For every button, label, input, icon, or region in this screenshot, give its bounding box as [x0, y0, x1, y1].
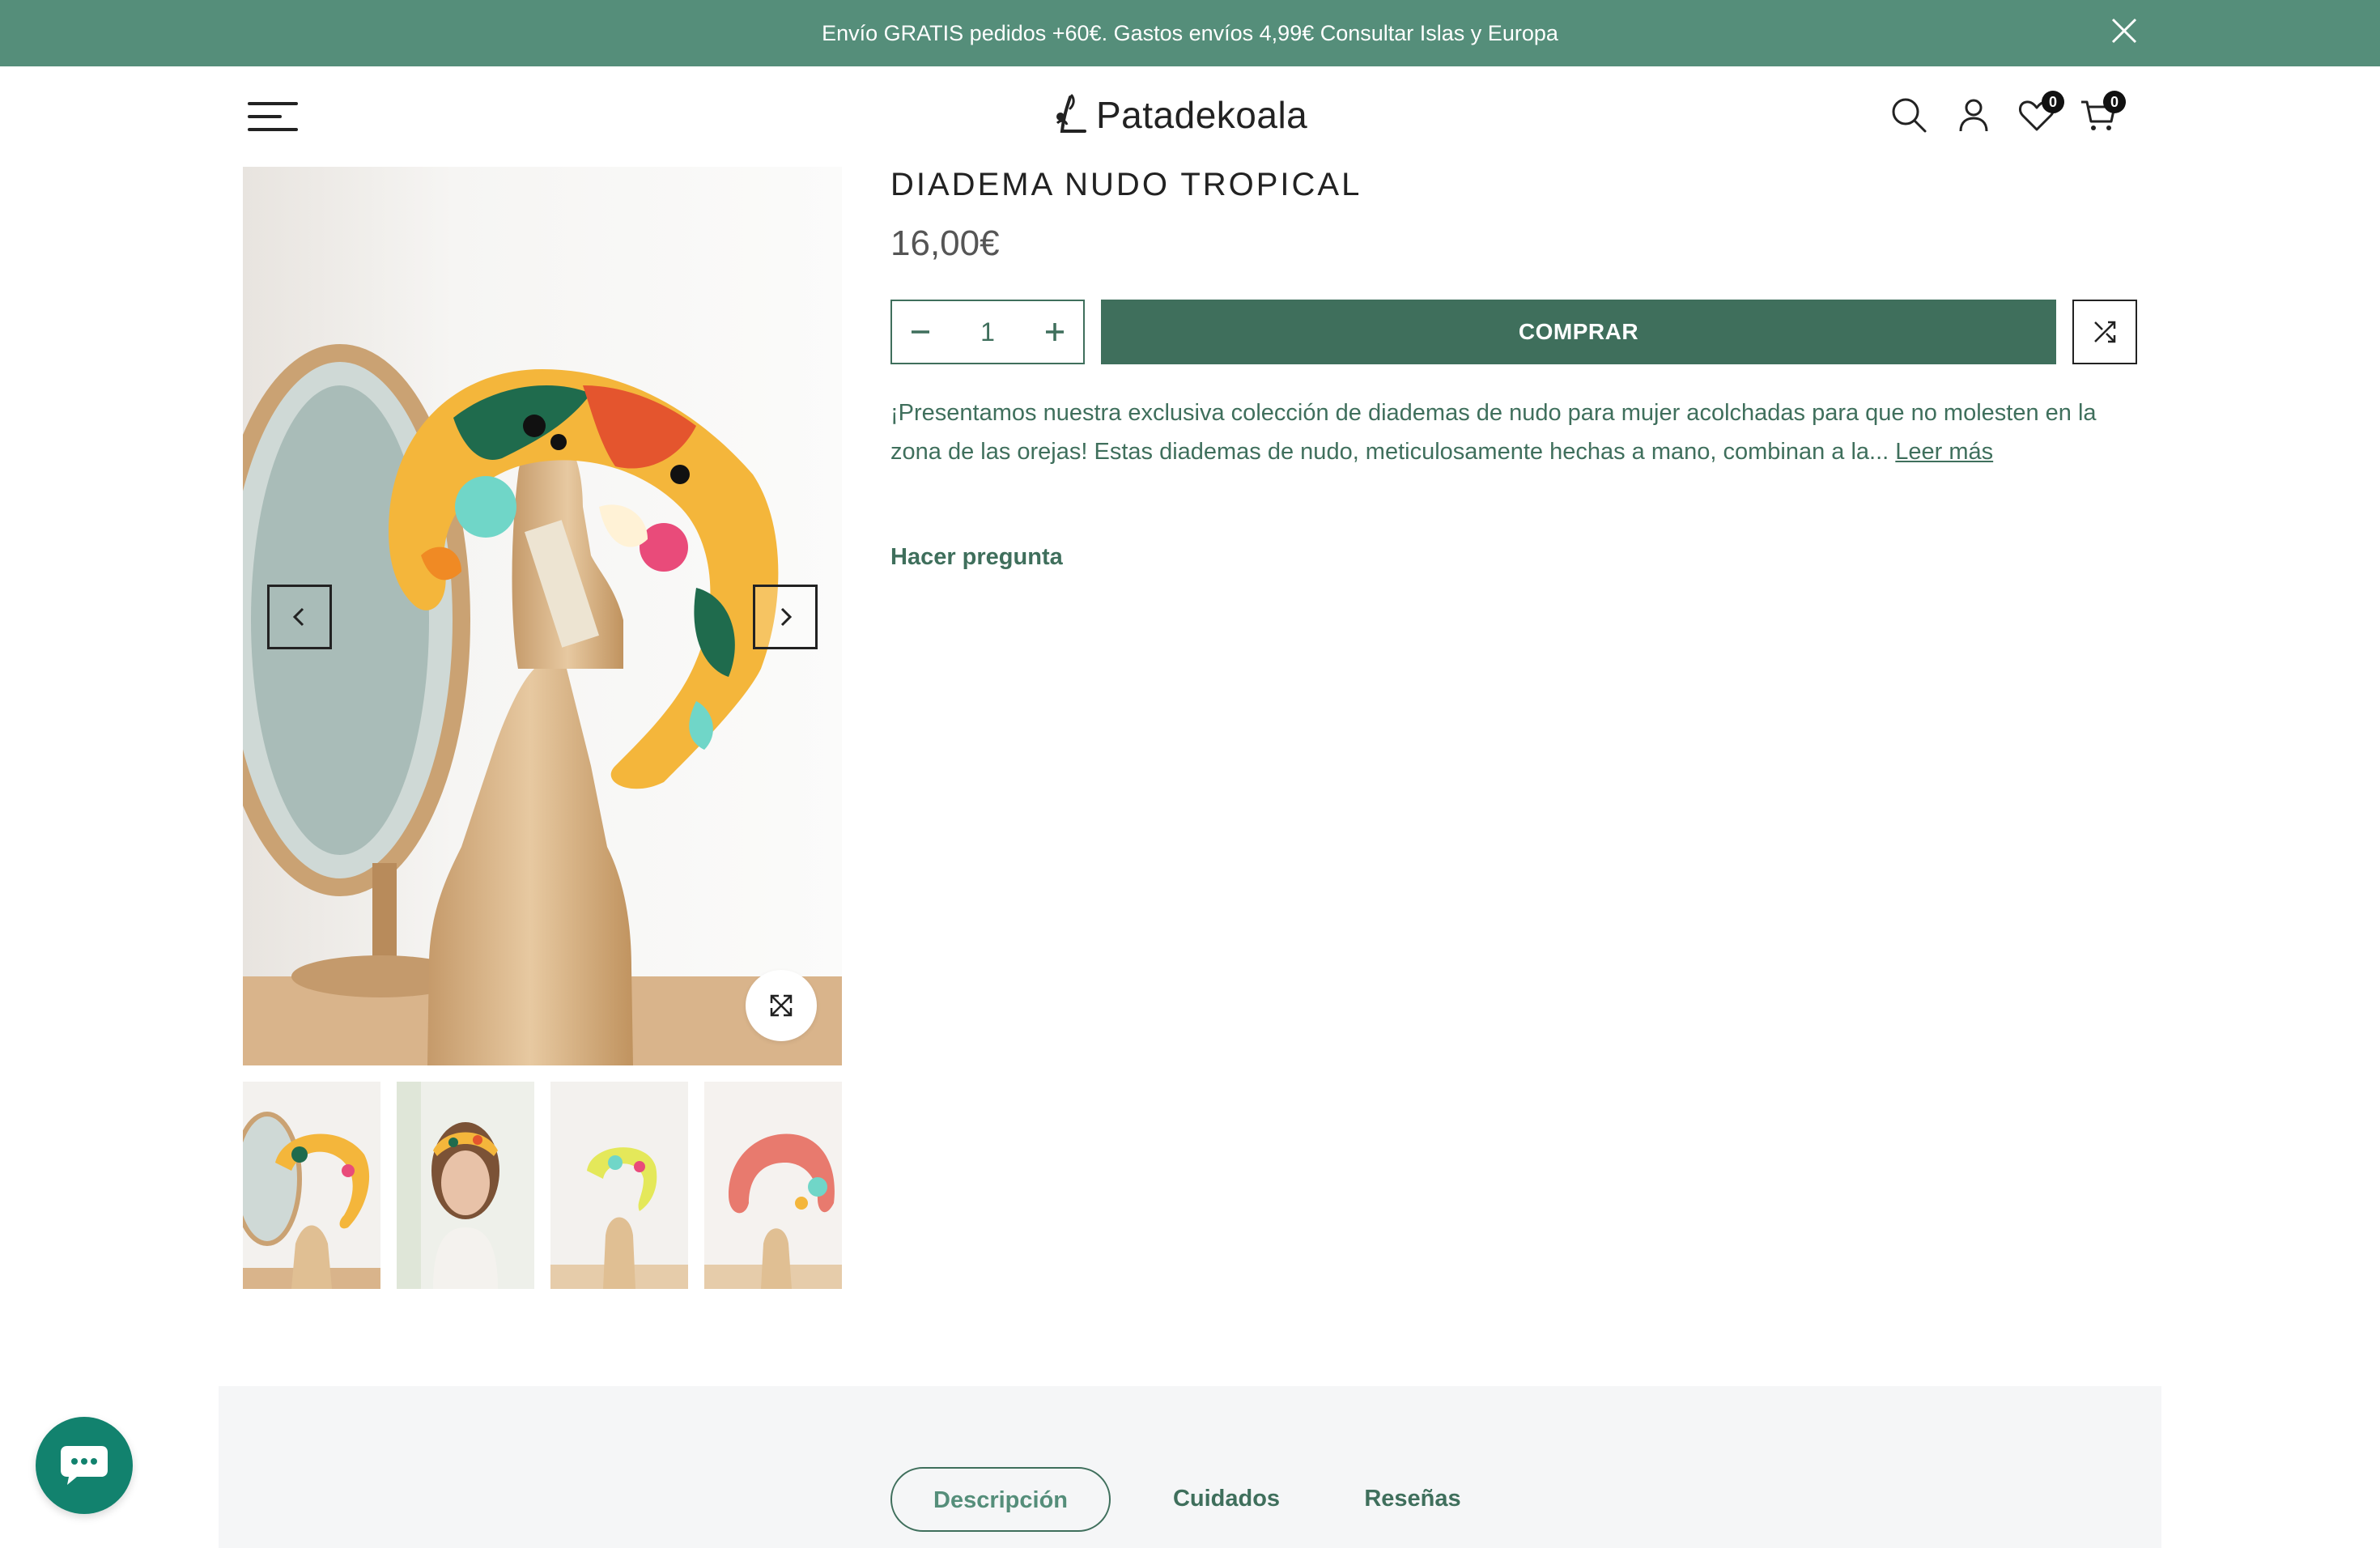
thumbnail-2[interactable] [397, 1082, 534, 1289]
menu-icon[interactable] [248, 102, 301, 134]
quantity-stepper [890, 300, 1085, 364]
chat-bubble-icon [61, 1446, 108, 1485]
zoom-button[interactable] [746, 970, 817, 1041]
thumbnail-image [550, 1082, 688, 1289]
cart-button[interactable]: 0 [2079, 91, 2126, 134]
thumbnail-1[interactable] [243, 1082, 380, 1289]
close-icon[interactable] [2110, 16, 2139, 45]
product-tabs-section: Descripción Cuidados Reseñas [219, 1386, 2161, 1548]
wishlist-count-badge: 0 [2042, 91, 2064, 113]
thumbnail-3[interactable] [550, 1082, 688, 1289]
chevron-right-icon [780, 607, 793, 627]
previous-image-button[interactable] [267, 585, 332, 649]
quantity-decrease-button[interactable] [892, 301, 949, 363]
site-header: Patadekoala 0 0 [0, 66, 2380, 167]
quantity-increase-button[interactable] [1026, 301, 1083, 363]
tab-descripcion[interactable]: Descripción [890, 1467, 1111, 1532]
thumbnail-4[interactable] [704, 1082, 842, 1289]
product-photo [243, 167, 842, 1065]
ask-question-link[interactable]: Hacer pregunta [890, 544, 1063, 571]
minus-icon [912, 330, 929, 334]
product-price: 16,00€ [890, 223, 1000, 263]
compare-button[interactable] [2072, 300, 2137, 364]
chevron-left-icon [292, 607, 304, 627]
expand-icon [770, 994, 793, 1017]
plus-icon [1046, 323, 1064, 341]
product-description: ¡Presentamos nuestra exclusiva colección… [890, 393, 2137, 471]
tab-resenas[interactable]: Reseñas [1311, 1467, 1514, 1532]
product-title: DIADEMA NUDO TROPICAL [890, 167, 1362, 202]
product-main-image[interactable] [243, 167, 842, 1065]
user-icon[interactable] [1954, 96, 1993, 134]
quantity-input[interactable] [949, 301, 1026, 363]
site-logo[interactable]: Patadekoala [1052, 89, 1307, 141]
thumbnail-image [704, 1082, 842, 1289]
thumbnail-image [397, 1082, 534, 1289]
shuffle-icon [2094, 321, 2116, 343]
announcement-text: Envío GRATIS pedidos +60€. Gastos envíos… [822, 21, 1558, 45]
next-image-button[interactable] [753, 585, 818, 649]
logo-text: Patadekoala [1096, 94, 1308, 136]
announcement-bar: Envío GRATIS pedidos +60€. Gastos envíos… [0, 0, 2380, 66]
koala-logo-icon [1056, 94, 1086, 133]
thumbnail-strip [243, 1082, 842, 1289]
thumbnail-image [243, 1082, 380, 1289]
read-more-link[interactable]: Leer más [1895, 439, 1993, 465]
chat-button[interactable] [36, 1417, 133, 1514]
search-icon[interactable] [1889, 96, 1928, 134]
tab-cuidados[interactable]: Cuidados [1125, 1467, 1328, 1532]
cart-count-badge: 0 [2103, 91, 2126, 113]
buy-button[interactable]: COMPRAR [1101, 300, 2056, 364]
wishlist-button[interactable]: 0 [2017, 91, 2064, 134]
